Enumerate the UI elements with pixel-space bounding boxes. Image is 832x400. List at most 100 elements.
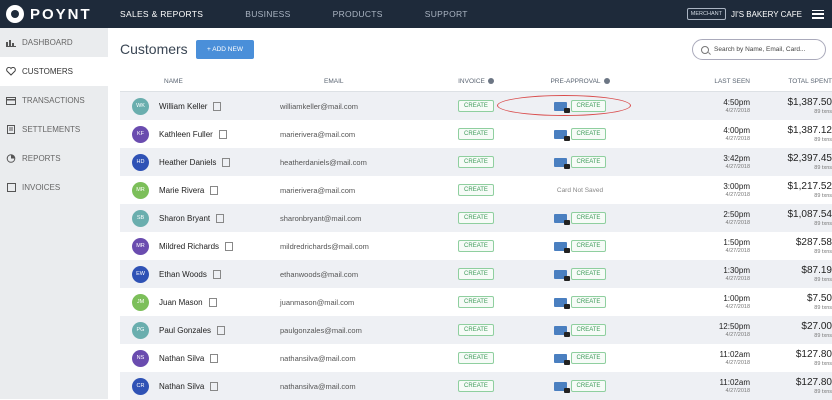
nav-support[interactable]: SUPPORT [425,9,468,19]
customer-email: nathansilva@mail.com [280,381,356,391]
last-seen-date: 4/27/2018 [725,276,750,282]
note-icon[interactable] [222,157,231,167]
table-row[interactable]: MR Mildred Richards mildredrichards@mail.c… [120,232,832,260]
preapproval-create-button[interactable]: CREATE [570,324,607,336]
info-icon[interactable] [603,78,610,85]
sidebar: DASHBOARD CUSTOMERS TRANSACTIONS SETTLEM… [0,28,108,399]
avatar: SB [132,209,149,227]
saved-card-icon [553,213,570,225]
last-seen-date: 4/27/2018 [725,108,750,114]
preapproval-create-button[interactable]: CREATE [570,212,607,224]
preapproval-create-button[interactable]: CREATE [570,100,607,112]
total-spent-cell: $127.80 89 txns [750,377,832,395]
invoice-create-button[interactable]: CREATE [458,184,494,196]
preapproval-create-button[interactable]: CREATE [570,380,607,392]
last-seen-time: 1:50pm [723,238,750,247]
invoice-create-button[interactable]: CREATE [458,100,494,112]
merchant-name[interactable]: JI'S BAKERY CAFE [731,10,802,19]
sidebar-item-label: TRANSACTIONS [22,96,85,105]
total-spent-cell: $87.19 89 txns [750,265,832,283]
preapproval-create-button[interactable]: CREATE [570,156,607,168]
invoice-create-button[interactable]: CREATE [458,128,494,140]
invoice-create-button[interactable]: CREATE [458,212,494,224]
hamburger-menu-icon[interactable] [812,9,824,19]
preapproval-create-button[interactable]: CREATE [570,268,607,280]
table-row[interactable]: EW Ethan Woods ethanwoods@mail.com CREATE CR… [120,260,832,288]
invoice-create-button[interactable]: CREATE [458,240,494,252]
customer-name[interactable]: Mildred Richards [159,242,219,251]
nav-business[interactable]: BUSINESS [245,9,290,19]
note-icon[interactable] [208,297,217,307]
table-row[interactable]: SB Sharon Bryant sharonbryant@mail.com CREA… [120,204,832,232]
preapproval-create-button[interactable]: CREATE [570,128,607,140]
nav-sales-reports[interactable]: SALES & REPORTS [120,9,203,19]
last-seen-date: 4/27/2018 [725,192,750,198]
customer-name[interactable]: Marie Rivera [159,186,204,195]
table-row[interactable]: JM Juan Mason juanmason@mail.com CREATE CREA… [120,288,832,316]
search-input[interactable]: Search by Name, Email, Card... [692,39,826,60]
note-icon[interactable] [212,269,221,279]
sidebar-item-dashboard[interactable]: DASHBOARD [0,28,108,57]
note-icon[interactable] [210,185,219,195]
note-icon[interactable] [217,325,226,335]
top-nav-bar: POYNT SALES & REPORTS BUSINESS PRODUCTS … [0,0,832,28]
nav-products[interactable]: PRODUCTS [333,9,383,19]
table-header: NAME EMAIL INVOICE PRE-APPROVAL LAST SEE… [120,72,832,92]
header-last-seen[interactable]: LAST SEEN [650,78,750,85]
header-preapproval: PRE-APPROVAL [510,78,650,85]
invoice-create-button[interactable]: CREATE [458,352,494,364]
note-icon[interactable] [210,353,219,363]
customer-name[interactable]: Nathan Silva [159,382,204,391]
customer-name[interactable]: Ethan Woods [159,270,207,279]
transaction-count: 89 txns [814,277,832,283]
preapproval-create-button[interactable]: CREATE [570,240,607,252]
table-row[interactable]: NS Nathan Silva nathansilva@mail.com CREATE… [120,344,832,372]
customer-name[interactable]: Heather Daniels [159,158,216,167]
invoice-cell: CREATE [442,240,510,252]
invoice-cell: CREATE [442,100,510,112]
table-row[interactable]: MR Marie Rivera marierivera@mail.com CREATE… [120,176,832,204]
sidebar-item-settlements[interactable]: SETTLEMENTS [0,115,108,144]
invoice-create-button[interactable]: CREATE [458,268,494,280]
sidebar-item-reports[interactable]: REPORTS [0,144,108,173]
customer-name[interactable]: Nathan Silva [159,354,204,363]
note-icon[interactable] [216,213,225,223]
note-icon[interactable] [225,241,234,251]
table-row[interactable]: KF Kathleen Fuller marierivera@mail.com CRE… [120,120,832,148]
header-name[interactable]: NAME [120,78,280,85]
customer-name[interactable]: Sharon Bryant [159,214,210,223]
customer-name[interactable]: Kathleen Fuller [159,130,213,139]
customer-name[interactable]: Juan Mason [159,298,203,307]
last-seen-cell: 4:50pm 4/27/2018 [650,98,750,114]
table-row[interactable]: WK William Keller williamkeller@mail.com CR… [120,92,832,120]
preapproval-create-button[interactable]: CREATE [570,352,607,364]
sidebar-item-transactions[interactable]: TRANSACTIONS [0,86,108,115]
note-icon[interactable] [213,101,222,111]
customer-name[interactable]: Paul Gonzales [159,326,211,335]
transaction-count: 89 txns [814,333,832,339]
invoice-cell: CREATE [442,296,510,308]
customer-email: juanmason@mail.com [280,297,355,307]
customer-cell: MR Mildred Richards [120,237,280,255]
poynt-logo[interactable]: POYNT [6,5,106,23]
note-icon[interactable] [210,381,219,391]
invoice-create-button[interactable]: CREATE [458,296,494,308]
header-total-spent[interactable]: TOTAL SPENT [750,78,832,85]
preapproval-create-button[interactable]: CREATE [570,296,607,308]
invoice-create-button[interactable]: CREATE [458,324,494,336]
info-icon[interactable] [487,78,494,85]
customer-cell: PG Paul Gonzales [120,321,280,339]
table-row[interactable]: PG Paul Gonzales paulgonzales@mail.com CREA… [120,316,832,344]
total-spent-amount: $1,087.54 [787,209,832,220]
table-row[interactable]: CR Nathan Silva nathansilva@mail.com CREATE… [120,372,832,400]
header-email[interactable]: EMAIL [280,78,442,85]
add-new-button[interactable]: + ADD NEW [196,40,254,59]
transaction-count: 89 txns [814,305,832,311]
invoice-create-button[interactable]: CREATE [458,156,494,168]
sidebar-item-invoices[interactable]: INVOICES [0,173,108,202]
note-icon[interactable] [218,129,227,139]
table-row[interactable]: HD Heather Daniels heatherdaniels@mail.com… [120,148,832,176]
invoice-create-button[interactable]: CREATE [458,380,494,392]
sidebar-item-customers[interactable]: CUSTOMERS [0,57,108,86]
customer-name[interactable]: William Keller [159,102,207,111]
